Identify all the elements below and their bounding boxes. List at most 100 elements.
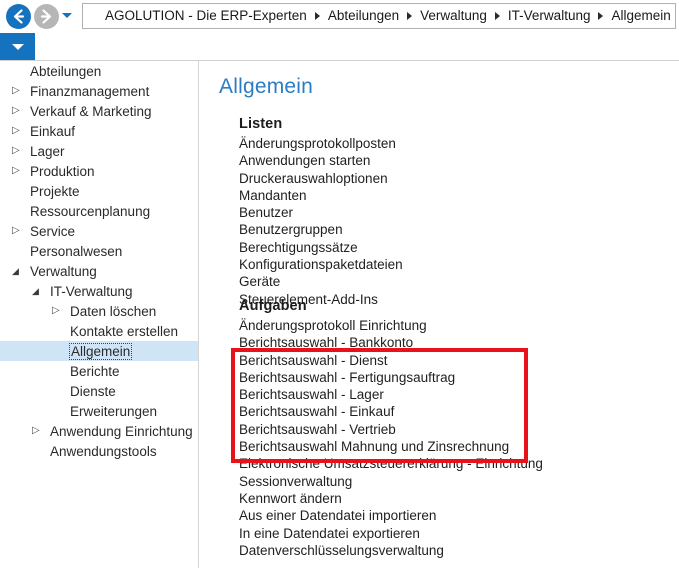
arrow-left-icon	[13, 9, 25, 24]
sidebar-item-label: Erweiterungen	[70, 403, 158, 419]
expander-collapsed-icon[interactable]: ▷	[52, 305, 64, 317]
sidebar-item-label: Finanzmanagement	[30, 83, 150, 99]
sidebar-item-label: Anwendungstools	[50, 443, 157, 459]
content-link-item[interactable]: Berichtsauswahl - Lager	[239, 386, 543, 403]
breadcrumb-separator-icon	[314, 12, 320, 20]
content-link-item[interactable]: Datenverschlüsselungsverwaltung	[239, 542, 543, 559]
expander-expanded-icon[interactable]: ◢	[12, 265, 24, 277]
breadcrumb-item-0[interactable]: AGOLUTION - Die ERP-Experten	[105, 4, 307, 28]
content-link-item[interactable]: Kennwort ändern	[239, 490, 543, 507]
content-link-item[interactable]: Elektronische Umsatzsteuererklärung - Ei…	[239, 455, 543, 472]
sidebar-item-label: Projekte	[30, 183, 80, 199]
expander-collapsed-icon[interactable]: ▷	[12, 125, 24, 137]
sidebar-item-label: Dienste	[70, 383, 116, 399]
breadcrumb-item-4[interactable]: Allgemein	[611, 4, 670, 28]
arrow-right-icon	[40, 9, 52, 24]
content-link-item[interactable]: Berichtsauswahl Mahnung und Zinsrechnung	[239, 438, 543, 455]
sidebar-item-erweiterungen[interactable]: Erweiterungen	[0, 401, 198, 421]
content-link-item[interactable]: Berichtsauswahl - Vertrieb	[239, 421, 543, 438]
history-dropdown-button[interactable]	[62, 13, 72, 18]
content-link-item[interactable]: Berichtsauswahl - Bankkonto	[239, 334, 543, 351]
sidebar-item-anwendung-einrichtung[interactable]: ▷ Anwendung Einrichtung	[0, 421, 198, 441]
breadcrumb-separator-icon	[494, 12, 500, 20]
content-link-item[interactable]: Mandanten	[239, 187, 403, 204]
sidebar-item-lager[interactable]: ▷ Lager	[0, 141, 198, 161]
sidebar-item-daten-löschen[interactable]: ▷ Daten löschen	[0, 301, 198, 321]
forward-button[interactable]	[34, 4, 59, 29]
expander-collapsed-icon[interactable]: ▷	[32, 425, 44, 437]
sidebar-item-label: Personalwesen	[30, 243, 123, 259]
expander-collapsed-icon[interactable]: ▷	[12, 105, 24, 117]
content-link-item[interactable]: Anwendungen starten	[239, 152, 403, 169]
sidebar-item-label: Service	[30, 223, 76, 239]
content-link-item[interactable]: Änderungsprotokoll Einrichtung	[239, 317, 543, 334]
expander-collapsed-icon[interactable]: ▷	[12, 85, 24, 97]
breadcrumb-item-1[interactable]: Abteilungen	[328, 4, 399, 28]
sidebar-item-verkauf-marketing[interactable]: ▷ Verkauf & Marketing	[0, 101, 198, 121]
sidebar-item-label: Kontakte erstellen	[70, 323, 179, 339]
chevron-down-icon	[12, 44, 24, 50]
sidebar-item-produktion[interactable]: ▷ Produktion	[0, 161, 198, 181]
section-heading: Aufgaben	[239, 298, 307, 314]
sidebar-item-finanzmanagement[interactable]: ▷ Finanzmanagement	[0, 81, 198, 101]
ribbon-bar	[0, 33, 679, 60]
breadcrumb-item-2[interactable]: Verwaltung	[420, 4, 487, 28]
breadcrumb-separator-icon	[598, 12, 604, 20]
back-button[interactable]	[6, 4, 31, 29]
sidebar-item-abteilungen[interactable]: Abteilungen	[0, 61, 198, 81]
sidebar-item-it-verwaltung[interactable]: ◢ IT-Verwaltung	[0, 281, 198, 301]
sidebar-item-label: Einkauf	[30, 123, 76, 139]
breadcrumb-item-3[interactable]: IT-Verwaltung	[508, 4, 591, 28]
content-link-item[interactable]: In eine Datendatei exportieren	[239, 525, 543, 542]
content-link-item[interactable]: Geräte	[239, 273, 403, 290]
main-content: Allgemein Listen Änderungsprotokollposten…	[199, 61, 679, 568]
expander-collapsed-icon[interactable]: ▷	[12, 165, 24, 177]
sidebar-item-service[interactable]: ▷ Service	[0, 221, 198, 241]
sidebar-item-label: Verwaltung	[30, 263, 97, 279]
sidebar-item-projekte[interactable]: Projekte	[0, 181, 198, 201]
sidebar-item-einkauf[interactable]: ▷ Einkauf	[0, 121, 198, 141]
sidebar-item-label: Allgemein	[68, 342, 133, 360]
sidebar-item-dienste[interactable]: Dienste	[0, 381, 198, 401]
expander-expanded-icon[interactable]: ◢	[32, 285, 44, 297]
content-link-item[interactable]: Benutzergruppen	[239, 221, 403, 238]
content-link-item[interactable]: Druckerauswahloptionen	[239, 170, 403, 187]
content-link-item[interactable]: Aus einer Datendatei importieren	[239, 507, 543, 524]
sidebar-item-label: Verkauf & Marketing	[30, 103, 152, 119]
sidebar-item-label: Berichte	[70, 363, 120, 379]
page-title: Allgemein	[219, 75, 314, 98]
content-link-item[interactable]: Berichtsauswahl - Einkauf	[239, 403, 543, 420]
content-link-item[interactable]: Konfigurationspaketdateien	[239, 256, 403, 273]
content-link-item[interactable]: Änderungsprotokollposten	[239, 135, 403, 152]
sidebar-item-label: Abteilungen	[30, 63, 102, 79]
sidebar-item-personalwesen[interactable]: Personalwesen	[0, 241, 198, 261]
section-heading: Listen	[239, 116, 283, 132]
ribbon-dropdown-button[interactable]	[0, 33, 35, 60]
sidebar-item-verwaltung[interactable]: ◢ Verwaltung	[0, 261, 198, 281]
navigation-bar: AGOLUTION - Die ERP-Experten Abteilungen…	[0, 0, 679, 33]
expander-collapsed-icon[interactable]: ▷	[12, 145, 24, 157]
application-window: AGOLUTION - Die ERP-Experten Abteilungen…	[0, 0, 679, 568]
breadcrumb-separator-icon	[407, 12, 413, 20]
content-link-item[interactable]: Benutzer	[239, 204, 403, 221]
sidebar-item-berichte[interactable]: Berichte	[0, 361, 198, 381]
sidebar-item-anwendungstools[interactable]: Anwendungstools	[0, 441, 198, 461]
section-aufgaben: Aufgaben Änderungsprotokoll Einrichtung Be…	[239, 298, 543, 559]
content-link-item[interactable]: Berechtigungssätze	[239, 239, 403, 256]
sidebar-item-kontakte-erstellen[interactable]: Kontakte erstellen	[0, 321, 198, 341]
content-link-item[interactable]: Berichtsauswahl - Dienst	[239, 352, 543, 369]
sidebar-item-label: Ressourcenplanung	[30, 203, 151, 219]
section-listen: Listen Änderungsprotokollposten Anwendunge…	[239, 116, 403, 308]
sidebar-item-label: Produktion	[30, 163, 95, 179]
expander-collapsed-icon[interactable]: ▷	[12, 225, 24, 237]
navigation-sidebar[interactable]: Abteilungen ▷ Finanzmanagement ▷ Verkauf & M…	[0, 61, 198, 568]
sidebar-item-label: Anwendung Einrichtung	[50, 423, 193, 439]
content-link-item[interactable]: Berichtsauswahl - Fertigungsauftrag	[239, 369, 543, 386]
sidebar-item-label: Daten löschen	[70, 303, 157, 319]
breadcrumb[interactable]: AGOLUTION - Die ERP-Experten Abteilungen…	[82, 3, 676, 29]
content-link-item[interactable]: Sessionverwaltung	[239, 473, 543, 490]
sidebar-item-ressourcenplanung[interactable]: Ressourcenplanung	[0, 201, 198, 221]
sidebar-item-allgemein[interactable]: Allgemein	[0, 341, 198, 361]
sidebar-item-label: Lager	[30, 143, 65, 159]
sidebar-item-label: IT-Verwaltung	[50, 283, 133, 299]
